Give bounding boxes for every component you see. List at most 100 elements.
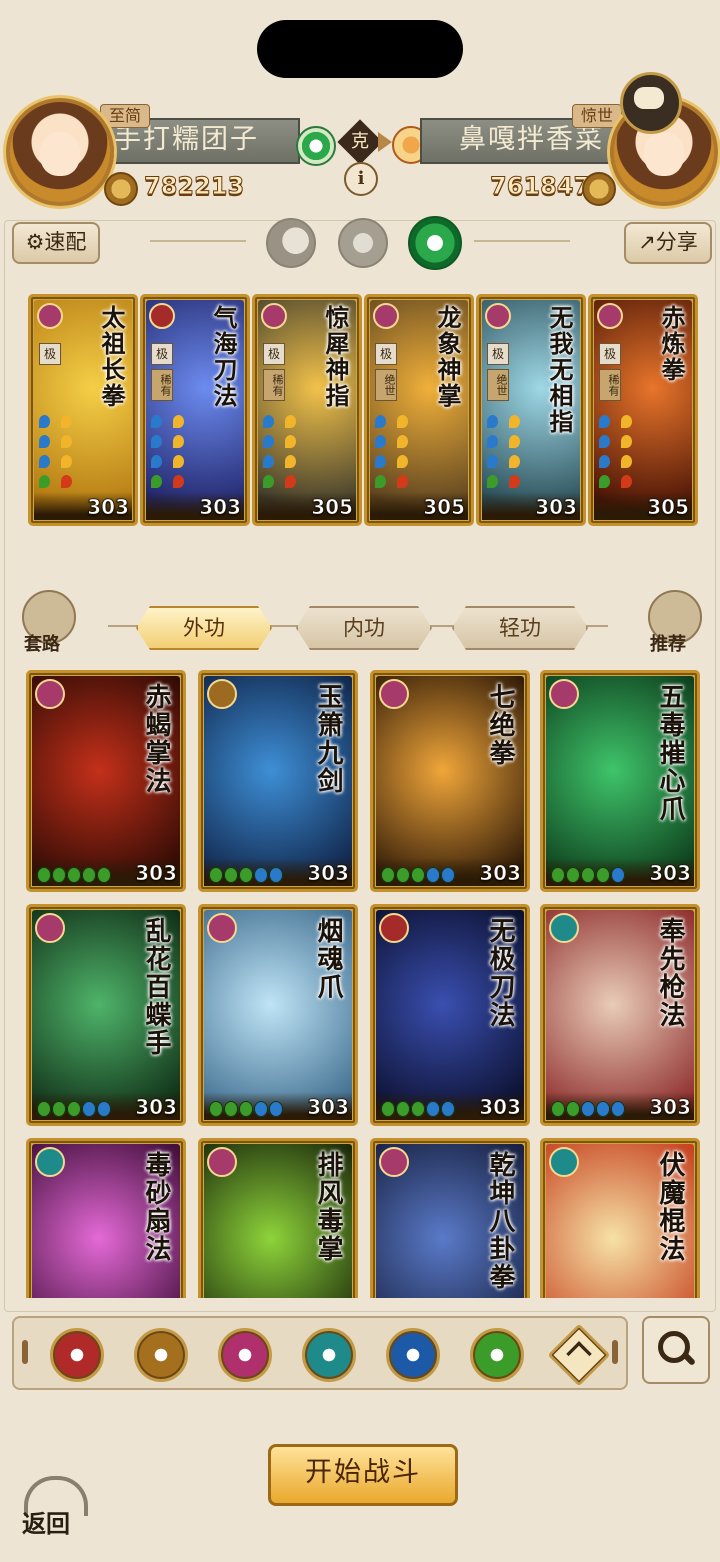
energy-gem-icon xyxy=(269,1100,283,1117)
fire-energy-icon xyxy=(285,455,296,468)
skill-card[interactable]: 无极刀法 303 xyxy=(370,904,530,1126)
skill-card[interactable]: 伏魔棍法 xyxy=(540,1138,700,1298)
skill-card[interactable]: 奉先枪法 303 xyxy=(540,904,700,1126)
energy-gem-icon xyxy=(566,866,580,883)
info-button[interactable]: i xyxy=(344,162,378,196)
back-button[interactable]: 返回 xyxy=(20,1470,92,1540)
tab-neigong[interactable]: 内功 xyxy=(296,606,432,650)
energy-gems xyxy=(37,1098,112,1117)
left-rank-tag: 至简 xyxy=(100,104,151,128)
energy-gem-icon xyxy=(581,1100,595,1117)
school-emblem-icon xyxy=(35,679,65,709)
energy-gem-icon xyxy=(82,866,96,883)
skill-card[interactable]: 五毒摧心爪 303 xyxy=(540,670,700,892)
energy-gems xyxy=(551,864,626,883)
skill-card[interactable]: 乱花百蝶手 303 xyxy=(26,904,186,1126)
card-cost: 303 xyxy=(535,495,578,520)
deck-card[interactable]: 无我无相指 极 绝世 303 xyxy=(476,294,586,526)
card-title: 七绝拳 xyxy=(485,683,515,767)
energy-gem-icon xyxy=(441,866,455,883)
chat-button[interactable] xyxy=(620,72,682,134)
skill-card[interactable]: 毒砂扇法 xyxy=(26,1138,186,1298)
card-title: 奉先枪法 xyxy=(655,917,685,1029)
fire-energy-icon xyxy=(621,475,632,488)
card-title: 伏魔棍法 xyxy=(655,1151,685,1263)
fire-energy-icon xyxy=(61,415,72,428)
energy-gem-icon xyxy=(37,1100,51,1117)
hidden-weapon-filter-icon[interactable] xyxy=(470,1328,524,1382)
start-battle-button[interactable]: 开始战斗 xyxy=(268,1444,458,1506)
energy-gem-icon xyxy=(269,866,283,883)
moon-element-button[interactable] xyxy=(266,218,316,268)
grade-badge: 极 xyxy=(263,343,285,365)
green-element-button[interactable] xyxy=(408,216,462,270)
energy-gems xyxy=(551,1098,626,1117)
left-element-icon xyxy=(296,126,336,166)
misc-filter-icon[interactable] xyxy=(547,1323,611,1387)
share-button[interactable]: ↗分享 xyxy=(624,222,712,264)
rarity-badge: 稀有 xyxy=(151,369,173,401)
skill-card[interactable]: 玉箫九剑 303 xyxy=(198,670,358,892)
blue-energy-icon xyxy=(263,455,274,468)
school-emblem-icon xyxy=(549,679,579,709)
gear-icon: ⚙ xyxy=(25,230,45,254)
right-player-power: 761847 xyxy=(489,172,591,201)
blue-energy-icon xyxy=(263,415,274,428)
energy-gem-icon xyxy=(82,1100,96,1117)
card-title: 烟魂爪 xyxy=(313,917,343,1001)
quick-match-button[interactable]: ⚙速配 xyxy=(12,222,100,264)
energy-gem-icon xyxy=(37,866,51,883)
energy-gem-icon xyxy=(596,866,610,883)
school-emblem-icon xyxy=(379,679,409,709)
card-title: 惊犀神指 xyxy=(321,305,350,409)
school-emblem-icon xyxy=(597,303,623,329)
energy-gems xyxy=(209,864,284,883)
card-title: 乱花百蝶手 xyxy=(141,917,171,1057)
left-power-sword-icon xyxy=(104,172,138,206)
deck-card[interactable]: 龙象神掌 极 绝世 305 xyxy=(364,294,474,526)
skill-card[interactable]: 乾坤八卦拳 xyxy=(370,1138,530,1298)
sun-element-button[interactable] xyxy=(338,218,388,268)
taiji-filter-icon[interactable] xyxy=(386,1328,440,1382)
fire-energy-icon xyxy=(509,415,520,428)
fist-filter-icon[interactable] xyxy=(218,1328,272,1382)
deck-card[interactable]: 赤炼拳 极 稀有 305 xyxy=(588,294,698,526)
fan-filter-icon[interactable] xyxy=(302,1328,356,1382)
energy-gem-icon xyxy=(239,1100,253,1117)
fire-energy-icon xyxy=(173,475,184,488)
fire-energy-icon xyxy=(509,455,520,468)
energy-gem-icon xyxy=(254,1100,268,1117)
card-title: 龙象神掌 xyxy=(433,305,462,409)
deck-card[interactable]: 太祖长拳 极 303 xyxy=(28,294,138,526)
right-power-sword-icon xyxy=(582,172,616,206)
card-title: 排风毒掌 xyxy=(313,1151,343,1263)
energy-gem-icon xyxy=(396,866,410,883)
energy-gem-icon xyxy=(67,1100,81,1117)
card-title: 气海刀法 xyxy=(209,305,238,409)
tab-qinggong[interactable]: 轻功 xyxy=(452,606,588,650)
divider-left xyxy=(150,240,246,242)
energy-gem-icon xyxy=(551,866,565,883)
energy-gems xyxy=(381,864,456,883)
tab-waigong[interactable]: 外功 xyxy=(136,606,272,650)
deck-card[interactable]: 惊犀神指 极 稀有 305 xyxy=(252,294,362,526)
sword-filter-icon[interactable] xyxy=(134,1328,188,1382)
deck-card[interactable]: 气海刀法 极 稀有 303 xyxy=(140,294,250,526)
skill-card[interactable]: 赤蝎掌法 303 xyxy=(26,670,186,892)
blue-energy-icon xyxy=(487,455,498,468)
blue-energy-icon xyxy=(375,475,386,488)
skill-card[interactable]: 排风毒掌 xyxy=(198,1138,358,1298)
left-player-avatar[interactable] xyxy=(6,98,114,206)
school-emblem-icon xyxy=(379,913,409,943)
filter-bar-right-cap xyxy=(612,1340,618,1364)
blue-energy-icon xyxy=(599,435,610,448)
card-cost: 303 xyxy=(307,1095,350,1120)
saber-filter-icon[interactable] xyxy=(50,1328,104,1382)
search-button[interactable] xyxy=(642,1316,710,1384)
skill-card[interactable]: 烟魂爪 303 xyxy=(198,904,358,1126)
grade-badge: 极 xyxy=(151,343,173,365)
filter-bar xyxy=(12,1316,628,1390)
skill-card[interactable]: 七绝拳 303 xyxy=(370,670,530,892)
card-cost: 303 xyxy=(649,861,692,886)
blue-energy-icon xyxy=(599,415,610,428)
